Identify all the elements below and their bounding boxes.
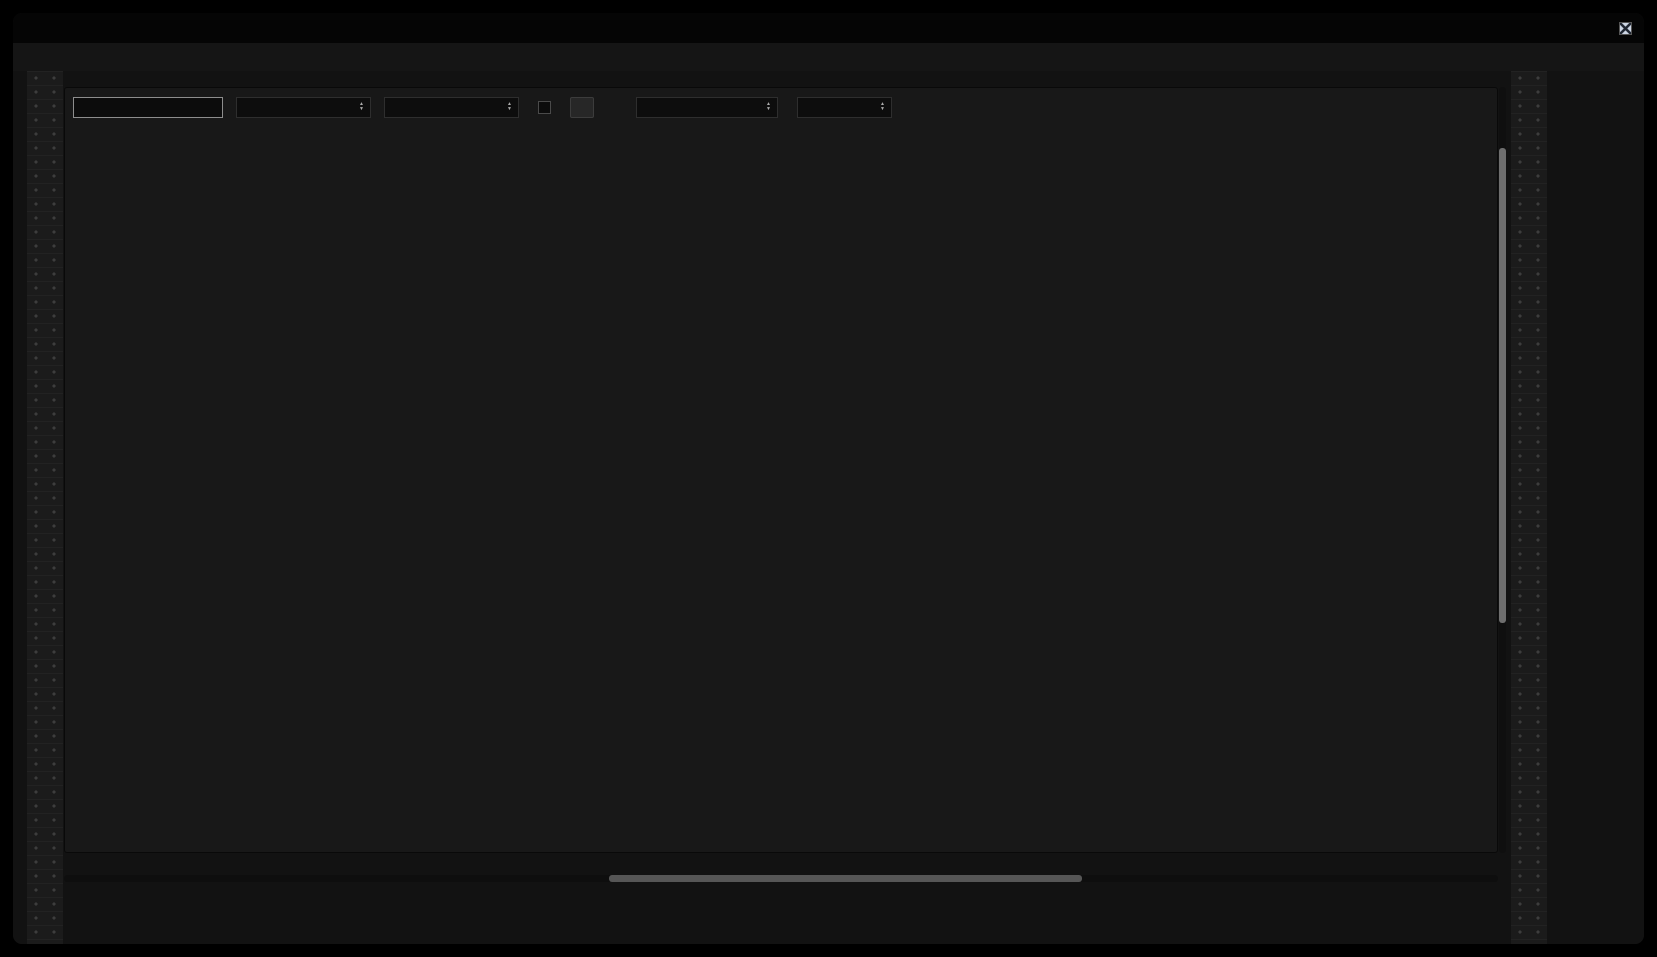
rack-rail-left	[27, 71, 63, 944]
spinner-icon: ▲▼	[359, 102, 364, 112]
menu-edit[interactable]	[45, 53, 65, 61]
zoom-dropdown[interactable]: ▲▼	[797, 97, 892, 118]
vertical-scrollbar[interactable]	[1499, 87, 1506, 853]
menu-help[interactable]	[111, 53, 131, 61]
menu-engine[interactable]	[89, 53, 109, 61]
brand-dropdown[interactable]: ▲▼	[236, 97, 371, 118]
spinner-icon: ▲▼	[766, 102, 771, 112]
favorites-checkbox[interactable]	[538, 101, 551, 114]
horizontal-scrollbar-thumb[interactable]	[609, 875, 1082, 882]
vertical-scrollbar-thumb[interactable]	[1499, 148, 1506, 623]
app-window: ▲▼ ▲▼ ▲▼ ▲▼	[13, 13, 1644, 944]
titlebar	[13, 13, 1644, 43]
rack-rail-right	[1511, 71, 1547, 944]
module-browser: ▲▼ ▲▼ ▲▼ ▲▼	[64, 87, 1498, 853]
favorites-toggle[interactable]	[538, 101, 557, 114]
filter-bar: ▲▼ ▲▼ ▲▼ ▲▼	[73, 96, 1489, 118]
sort-dropdown[interactable]: ▲▼	[636, 97, 778, 118]
spinner-icon: ▲▼	[880, 102, 885, 112]
spinner-icon: ▲▼	[507, 102, 512, 112]
search-input[interactable]	[73, 97, 223, 118]
module-grid	[73, 126, 1489, 844]
menu-file[interactable]	[23, 53, 43, 61]
horizontal-scrollbar[interactable]	[64, 875, 1498, 882]
reset-filters-button[interactable]	[570, 97, 594, 118]
rack-area: ▲▼ ▲▼ ▲▼ ▲▼	[13, 71, 1644, 944]
menu-view[interactable]	[67, 53, 87, 61]
menu-bar	[13, 43, 1644, 71]
tags-dropdown[interactable]: ▲▼	[384, 97, 519, 118]
app-icon	[1619, 22, 1632, 35]
